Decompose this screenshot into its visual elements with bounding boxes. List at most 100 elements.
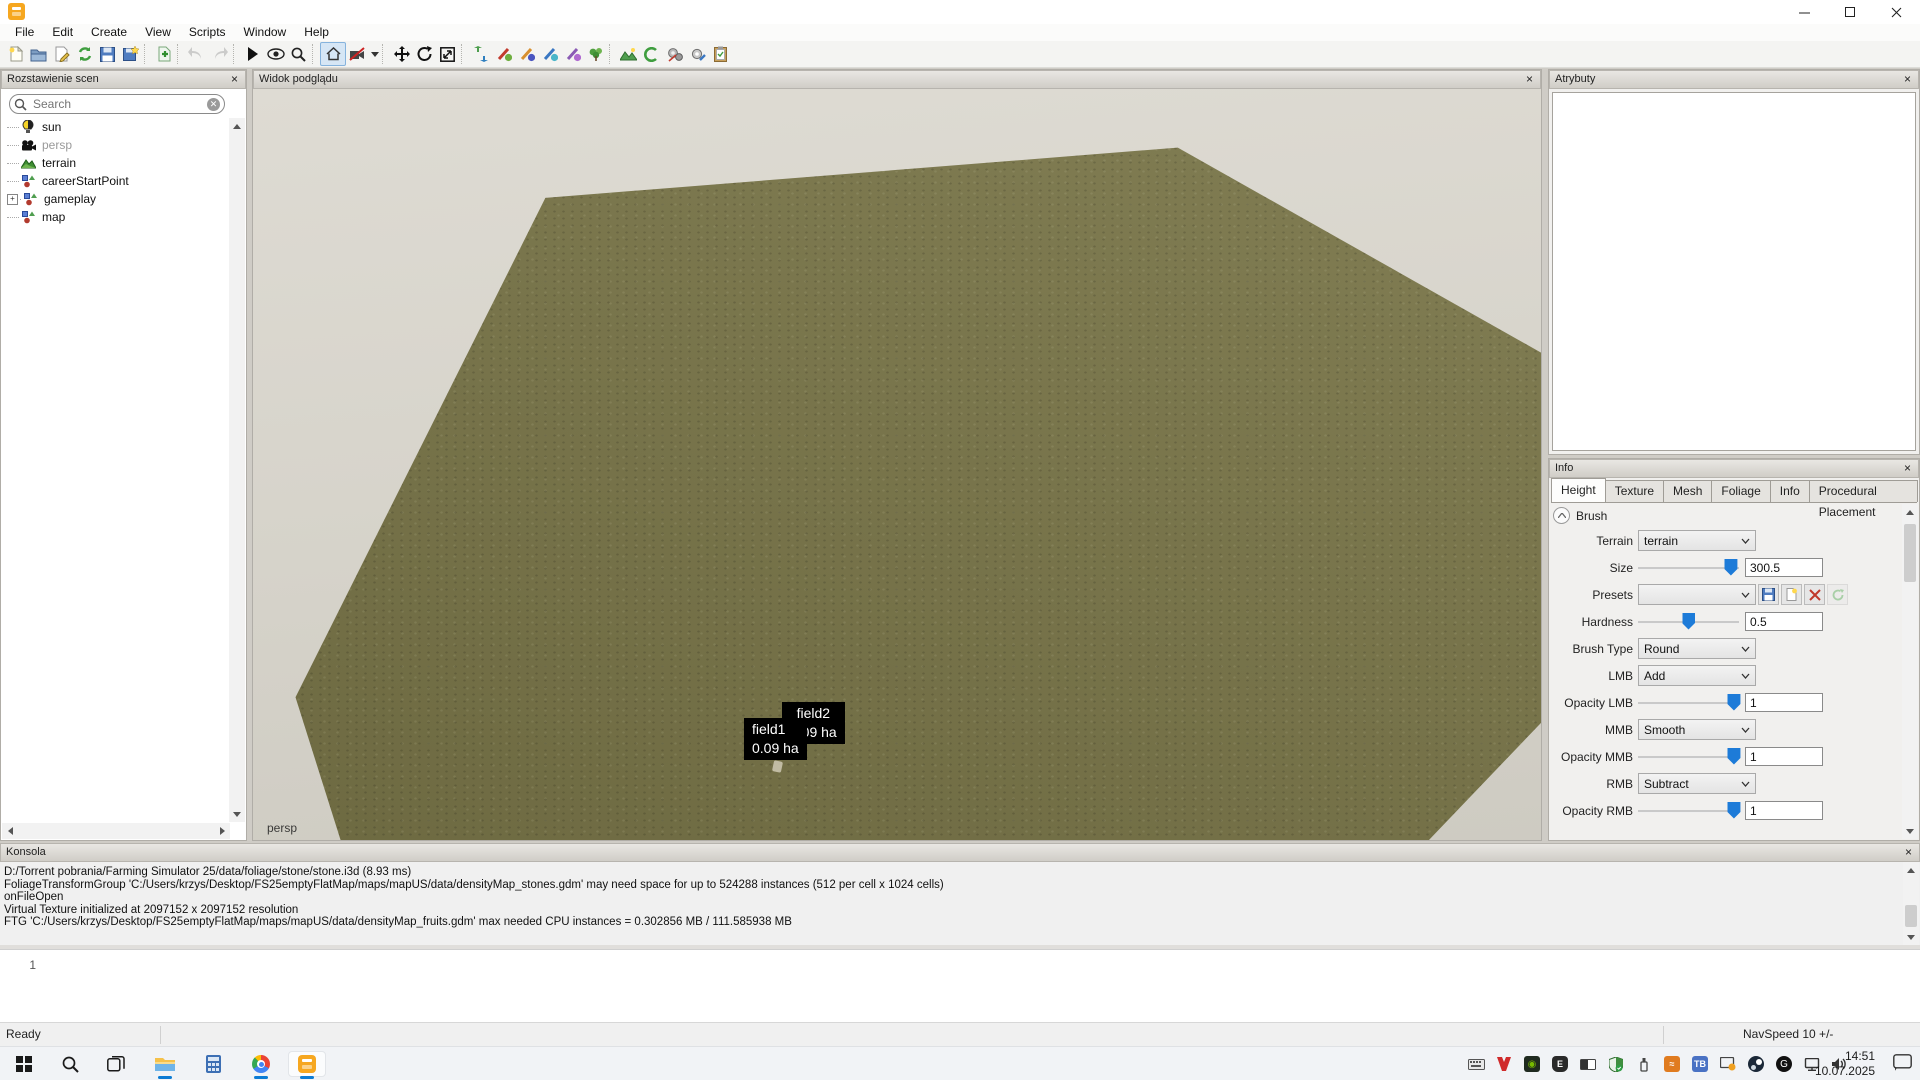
preset-new-icon[interactable] — [1781, 584, 1802, 605]
camera-disabled-icon[interactable] — [346, 42, 369, 66]
foliage-brush-icon[interactable] — [584, 42, 607, 66]
cast-icon[interactable] — [1718, 1054, 1738, 1074]
play-icon[interactable] — [241, 42, 264, 66]
camera-dropdown-caret[interactable] — [369, 52, 380, 57]
scenegraph-horizontal-scrollbar[interactable] — [2, 823, 230, 839]
menu-file[interactable]: File — [6, 24, 43, 41]
search-clear-icon[interactable]: ✕ — [207, 98, 220, 111]
terrain-raise-lower-icon[interactable] — [469, 42, 492, 66]
menu-create[interactable]: Create — [82, 24, 136, 41]
task-view-icon[interactable] — [97, 1051, 135, 1077]
clipboard-tool-icon[interactable] — [709, 42, 732, 66]
scroll-right-icon[interactable] — [214, 823, 230, 839]
scroll-up-icon[interactable] — [1902, 504, 1918, 520]
mmb-select[interactable]: Smooth — [1638, 719, 1756, 740]
terrain-brush-red-icon[interactable] — [492, 42, 515, 66]
menu-window[interactable]: Window — [235, 24, 296, 41]
zoom-icon[interactable] — [287, 42, 310, 66]
opacity-mmb-slider[interactable] — [1638, 748, 1739, 766]
opacity-rmb-slider[interactable] — [1638, 802, 1739, 820]
tree-item-sun[interactable]: sun — [1, 118, 229, 136]
tree-item-persp[interactable]: persp — [1, 136, 229, 154]
rotate-tool-icon[interactable] — [413, 42, 436, 66]
tree-item-careerStartPoint[interactable]: careerStartPoint — [1, 172, 229, 190]
opacity-lmb-input[interactable] — [1745, 693, 1823, 712]
save-icon[interactable] — [96, 42, 119, 66]
undo-icon[interactable] — [185, 42, 208, 66]
menu-view[interactable]: View — [136, 24, 180, 41]
scroll-thumb[interactable] — [1905, 905, 1917, 927]
console-log[interactable]: D:/Torrent pobrania/Farming Simulator 25… — [1, 862, 1919, 945]
tab-info[interactable]: Info — [1770, 480, 1810, 502]
expand-plus-icon[interactable]: + — [7, 194, 18, 205]
hardness-slider[interactable] — [1638, 613, 1739, 631]
menu-edit[interactable]: Edit — [43, 24, 82, 41]
terrain-select[interactable]: terrain — [1638, 530, 1756, 551]
terrain-brush-blue-icon[interactable] — [538, 42, 561, 66]
size-input[interactable] — [1745, 558, 1823, 577]
defender-icon[interactable] — [1606, 1054, 1626, 1074]
tab-foliage[interactable]: Foliage — [1711, 480, 1770, 502]
tab-procedural-placement[interactable]: Procedural Placement — [1809, 480, 1918, 502]
terrain-mesh[interactable] — [253, 89, 1541, 840]
scroll-down-icon[interactable] — [229, 806, 245, 822]
refresh-icon[interactable] — [73, 42, 96, 66]
preset-reload-icon[interactable] — [1827, 584, 1848, 605]
attributes-close-icon[interactable]: × — [1900, 72, 1915, 87]
opacity-rmb-input[interactable] — [1745, 801, 1823, 820]
logitech-icon[interactable]: G — [1774, 1054, 1794, 1074]
lmb-select[interactable]: Add — [1638, 665, 1756, 686]
touch-keyboard-icon[interactable] — [1466, 1054, 1486, 1074]
scale-tool-icon[interactable] — [436, 42, 459, 66]
maximize-button[interactable] — [1827, 0, 1873, 24]
brush-section-header[interactable]: Brush — [1553, 507, 1607, 524]
scroll-left-icon[interactable] — [2, 823, 18, 839]
hardness-input[interactable] — [1745, 612, 1823, 631]
terrain-brush-purple-icon[interactable] — [561, 42, 584, 66]
console-vertical-scrollbar[interactable] — [1903, 862, 1919, 945]
script-editor[interactable]: 1 — [0, 949, 1920, 1022]
nvidia-icon[interactable]: ◉ — [1522, 1054, 1542, 1074]
move-tool-icon[interactable] — [390, 42, 413, 66]
notification-icon[interactable] — [1893, 1054, 1912, 1074]
viewport-close-icon[interactable]: × — [1522, 72, 1537, 87]
tab-height[interactable]: Height — [1551, 478, 1606, 502]
redo-icon[interactable] — [208, 42, 231, 66]
close-button[interactable] — [1873, 0, 1919, 24]
brush-type-select[interactable]: Round — [1638, 638, 1756, 659]
taskbar-clock[interactable]: 14:51 10.07.2025 — [1815, 1049, 1875, 1079]
tab-texture[interactable]: Texture — [1605, 480, 1664, 502]
collapse-chevron-icon[interactable] — [1553, 507, 1570, 524]
size-slider[interactable] — [1638, 559, 1739, 577]
epic-games-icon[interactable]: E — [1550, 1054, 1570, 1074]
calculator-icon[interactable] — [194, 1051, 232, 1077]
chrome-icon[interactable] — [242, 1051, 280, 1077]
tree-item-terrain[interactable]: terrain — [1, 154, 229, 172]
steam-icon[interactable] — [1746, 1054, 1766, 1074]
console-close-icon[interactable]: × — [1901, 845, 1916, 860]
visibility-eye-icon[interactable] — [264, 42, 287, 66]
terrain-brush-orange-icon[interactable] — [515, 42, 538, 66]
save-as-icon[interactable] — [119, 42, 142, 66]
presets-select[interactable] — [1638, 584, 1756, 605]
opacity-mmb-input[interactable] — [1745, 747, 1823, 766]
menu-help[interactable]: Help — [295, 24, 338, 41]
widget-icon[interactable] — [1578, 1054, 1598, 1074]
info-close-icon[interactable]: × — [1900, 461, 1915, 476]
scroll-down-icon[interactable] — [1902, 823, 1918, 839]
new-file-icon[interactable] — [4, 42, 27, 66]
scroll-thumb[interactable] — [1904, 524, 1916, 582]
viewport-3d-canvas[interactable]: field2 0.09 ha field1 0.09 ha persp — [253, 89, 1541, 840]
info-vertical-scrollbar[interactable] — [1902, 504, 1918, 839]
tab-mesh[interactable]: Mesh — [1663, 480, 1712, 502]
scenegraph-close-icon[interactable]: × — [227, 72, 242, 87]
usb-icon[interactable] — [1634, 1054, 1654, 1074]
scenegraph-vertical-scrollbar[interactable] — [229, 118, 245, 822]
open-folder-icon[interactable] — [27, 42, 50, 66]
start-icon[interactable] — [5, 1051, 43, 1077]
tb-icon[interactable]: TB — [1690, 1054, 1710, 1074]
terrain-landscape-icon[interactable] — [617, 42, 640, 66]
scroll-down-icon[interactable] — [1903, 929, 1919, 945]
java-icon[interactable]: ≈ — [1662, 1054, 1682, 1074]
add-reference-icon[interactable] — [152, 42, 175, 66]
